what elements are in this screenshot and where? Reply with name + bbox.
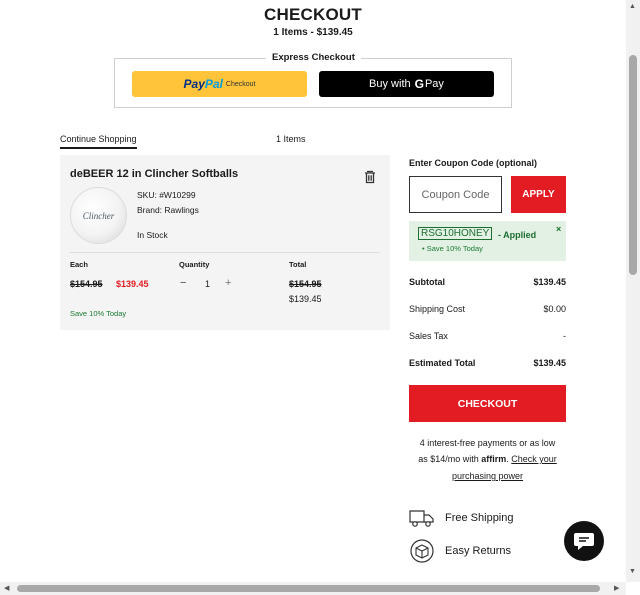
truck-icon (409, 506, 435, 530)
stock-status: In Stock (137, 230, 168, 240)
item-divider (70, 252, 380, 253)
affirm-text-line3: purchasing power (400, 471, 575, 481)
scroll-left-arrow-icon[interactable]: ◀ (4, 584, 9, 592)
affirm-logo: affirm (481, 454, 507, 464)
coupon-save-note: • Save 10% Today (422, 244, 483, 253)
continue-shopping-link[interactable]: Continue Shopping (60, 134, 137, 149)
qty-decrement-button[interactable]: − (180, 277, 186, 289)
shipping-label: Shipping Cost (409, 304, 466, 314)
purchasing-power-link[interactable]: purchasing power (452, 471, 523, 481)
product-image-text: Clincher (82, 211, 115, 221)
product-name[interactable]: deBEER 12 in Clincher Softballs (70, 168, 238, 180)
tax-value: - (563, 331, 566, 341)
checkout-button[interactable]: CHECKOUT (409, 385, 566, 422)
col-header-quantity: Quantity (179, 260, 210, 269)
scroll-up-arrow-icon[interactable]: ▲ (629, 3, 636, 10)
shipping-value: $0.00 (543, 304, 566, 314)
free-shipping-label: Free Shipping (445, 512, 514, 524)
product-sku: SKU: #W10299 (137, 190, 196, 200)
remove-coupon-close-icon[interactable]: × (556, 224, 561, 234)
apply-coupon-button[interactable]: APPLY (511, 176, 566, 213)
horizontal-scroll-thumb[interactable] (17, 585, 600, 592)
cart-item-card: deBEER 12 in Clincher Softballs Clincher… (60, 155, 390, 330)
each-price-original: $154.95 (70, 279, 103, 289)
qty-increment-button[interactable]: + (225, 277, 231, 289)
page-subtitle: 1 Items - $139.45 (273, 27, 353, 38)
item-save-note: Save 10% Today (70, 309, 127, 318)
tax-label: Sales Tax (409, 331, 448, 341)
applied-coupon-box: RSG10HONEY - Applied × • Save 10% Today (409, 221, 566, 261)
paypal-logo-pay: Pay (183, 77, 205, 91)
check-purchasing-power-link[interactable]: Check your (511, 454, 557, 464)
gpay-prefix: Buy with (369, 78, 411, 90)
subtotal-label: Subtotal (409, 277, 445, 287)
affirm-text-line2: as $14/mo with affirm. Check your (418, 454, 557, 464)
free-shipping-perk: Free Shipping (409, 506, 514, 530)
coupon-input[interactable] (409, 176, 502, 213)
affirm-prefix: as $14/mo with (418, 454, 479, 464)
paypal-suffix: Checkout (225, 80, 256, 88)
product-image[interactable]: Clincher (70, 187, 127, 244)
express-checkout-box: Express Checkout Pay Pal Checkout Buy wit… (114, 52, 512, 108)
scroll-right-arrow-icon[interactable]: ▶ (614, 584, 619, 592)
applied-status: - Applied (498, 230, 537, 240)
total-price-original: $154.95 (289, 279, 322, 289)
estimated-total-label: Estimated Total (409, 358, 476, 368)
subtotal-value: $139.45 (533, 277, 566, 287)
product-brand: Brand: Rawlings (137, 205, 199, 215)
scroll-down-arrow-icon[interactable]: ▼ (629, 568, 636, 575)
coupon-save-note-text: Save 10% Today (426, 244, 483, 253)
items-count: 1 Items (276, 134, 306, 144)
express-checkout-label: Express Checkout (266, 52, 361, 63)
col-header-total: Total (289, 260, 307, 269)
easy-returns-perk: Easy Returns (409, 539, 511, 563)
vertical-scroll-thumb[interactable] (629, 55, 637, 275)
trash-icon[interactable] (362, 169, 378, 185)
affirm-text-line1: 4 interest-free payments or as low (419, 438, 556, 448)
vertical-scrollbar[interactable]: ▲ ▼ (626, 0, 640, 582)
chat-icon[interactable] (564, 521, 604, 561)
coupon-label: Enter Coupon Code (optional) (409, 158, 537, 168)
google-g-icon: G (414, 77, 424, 91)
google-pay-button[interactable]: Buy with G Pay (319, 71, 494, 97)
applied-coupon-code: RSG10HONEY (418, 227, 493, 240)
easy-returns-label: Easy Returns (445, 545, 512, 557)
each-price-sale: $139.45 (116, 279, 149, 289)
quantity-value[interactable]: 1 (205, 279, 210, 289)
page-title: CHECKOUT (264, 5, 362, 24)
horizontal-scrollbar[interactable]: ◀ ▶ (0, 582, 626, 595)
returns-box-icon (409, 539, 435, 563)
gpay-word: Pay (424, 78, 444, 90)
paypal-checkout-button[interactable]: Pay Pal Checkout (132, 71, 307, 97)
estimated-total-value: $139.45 (533, 358, 566, 368)
col-header-each: Each (70, 260, 88, 269)
paypal-logo-pal: Pal (204, 77, 223, 91)
total-price-sale: $139.45 (289, 294, 322, 304)
